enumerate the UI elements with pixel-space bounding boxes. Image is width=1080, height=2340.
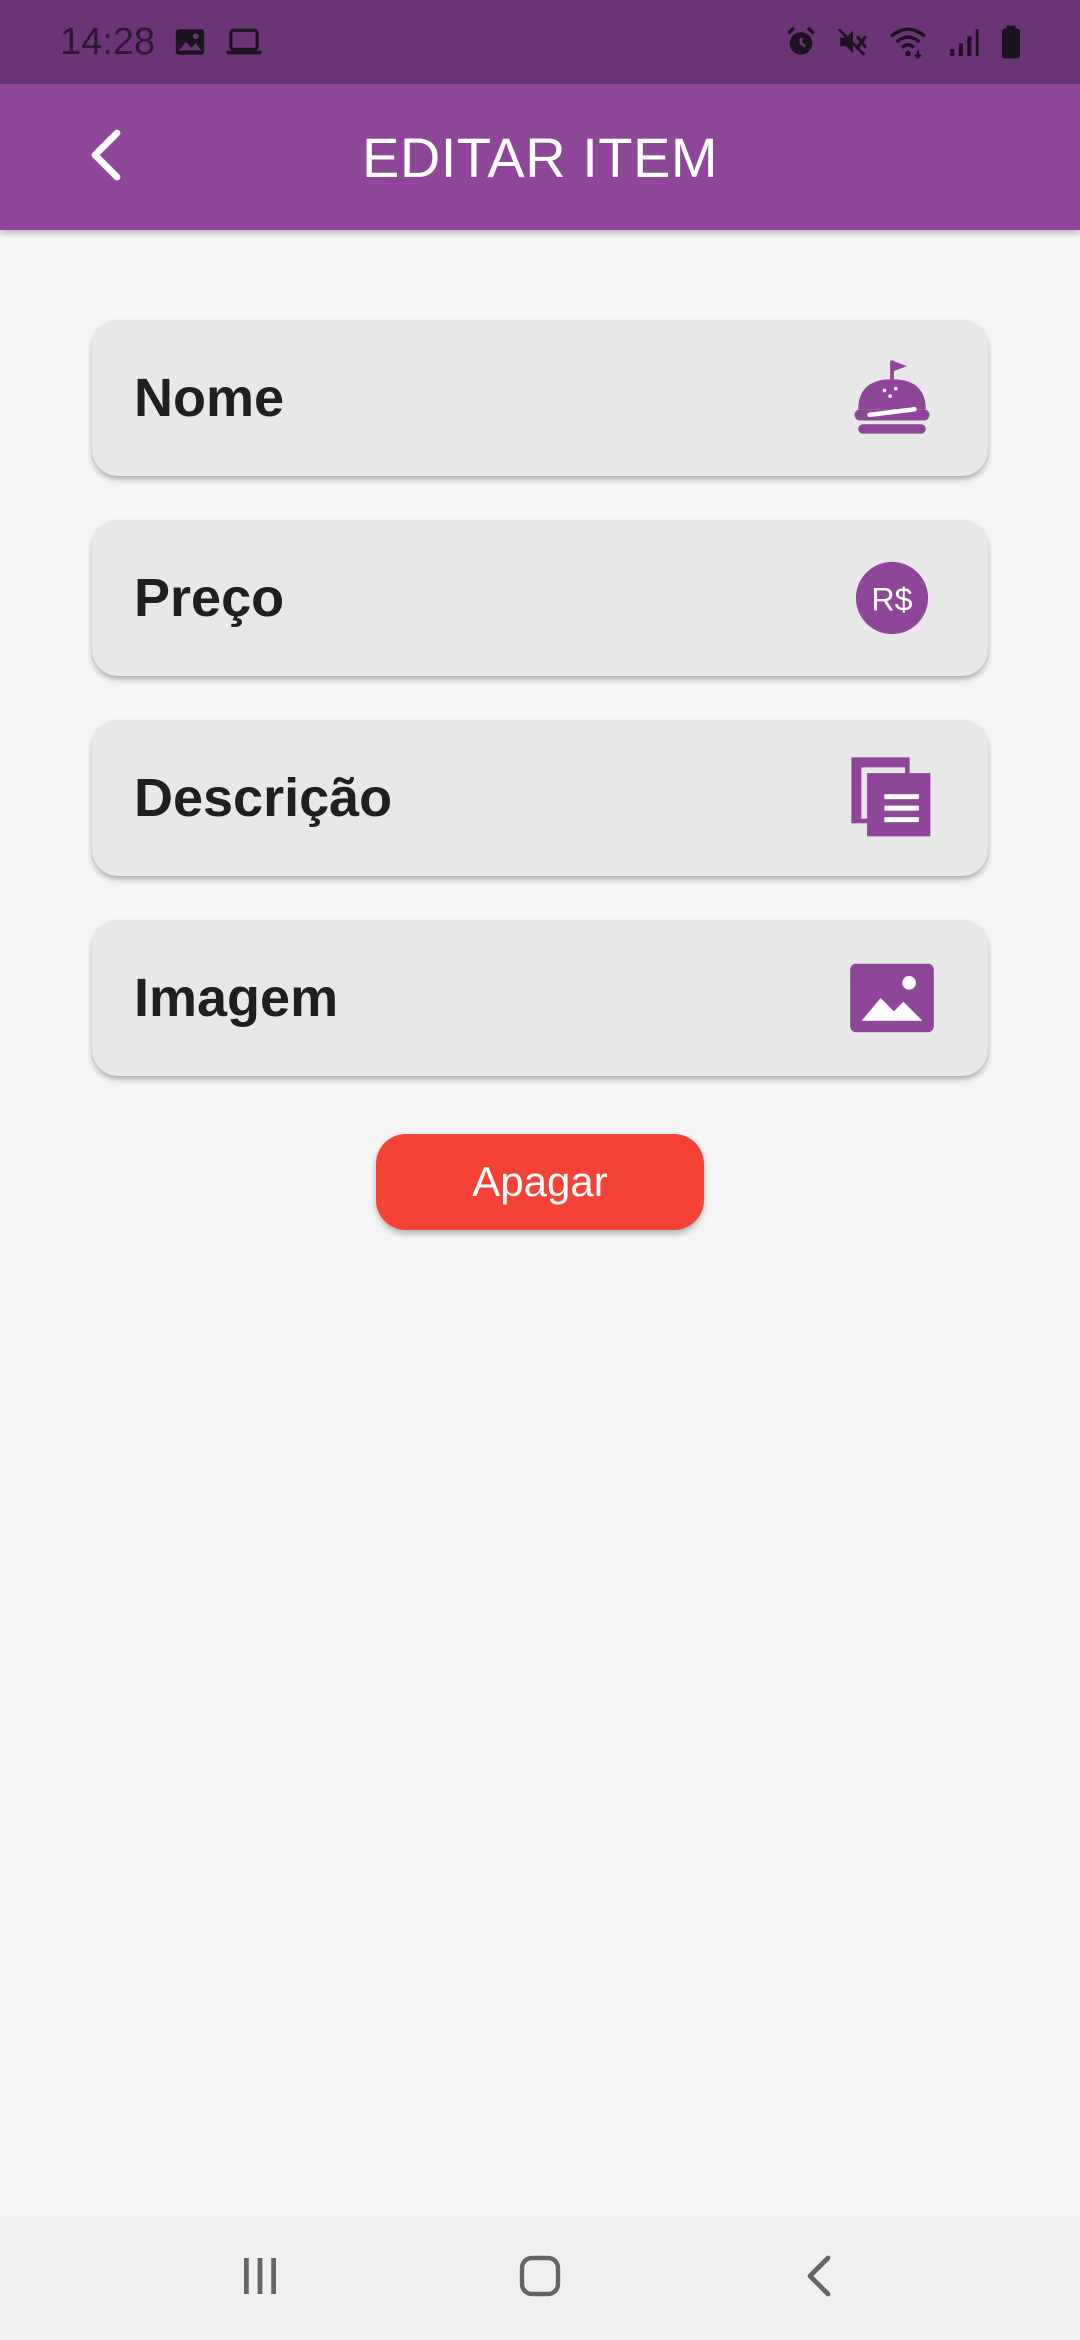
field-imagem[interactable]: Imagem bbox=[92, 920, 988, 1076]
status-right bbox=[784, 24, 1024, 60]
field-label: Nome bbox=[134, 368, 285, 428]
status-left: 14:28 bbox=[60, 21, 263, 64]
field-preco[interactable]: Preço R$ bbox=[92, 520, 988, 676]
page-title: EDITAR ITEM bbox=[361, 125, 719, 189]
back-icon bbox=[800, 2252, 840, 2305]
wifi-icon bbox=[888, 25, 928, 59]
chevron-left-icon bbox=[85, 127, 125, 188]
battery-icon bbox=[998, 24, 1024, 60]
field-descricao[interactable]: Descrição bbox=[92, 720, 988, 876]
laptop-icon bbox=[225, 25, 263, 59]
home-icon bbox=[516, 2252, 564, 2305]
field-label: Imagem bbox=[134, 968, 339, 1028]
nav-bar bbox=[0, 2216, 1080, 2340]
home-button[interactable] bbox=[490, 2238, 590, 2318]
image-icon bbox=[846, 952, 938, 1044]
image-icon bbox=[173, 25, 207, 59]
svg-text:R$: R$ bbox=[871, 581, 912, 617]
field-label: Preço bbox=[134, 568, 285, 628]
description-icon bbox=[846, 752, 938, 844]
alarm-icon bbox=[784, 25, 818, 59]
field-nome[interactable]: Nome bbox=[92, 320, 988, 476]
nav-back-button[interactable] bbox=[770, 2238, 870, 2318]
status-time: 14:28 bbox=[60, 20, 156, 63]
app-bar: EDITAR ITEM bbox=[0, 84, 1080, 230]
recent-apps-button[interactable] bbox=[210, 2238, 310, 2318]
back-button[interactable] bbox=[72, 124, 138, 190]
signal-icon bbox=[946, 25, 980, 59]
status-bar: 14:28 bbox=[0, 0, 1080, 84]
food-icon bbox=[846, 352, 938, 444]
currency-brl-icon: R$ bbox=[846, 552, 938, 644]
delete-button[interactable]: Apagar bbox=[376, 1134, 704, 1230]
field-label: Descrição bbox=[134, 768, 393, 828]
mute-icon bbox=[836, 25, 870, 59]
recent-apps-icon bbox=[238, 2254, 282, 2303]
